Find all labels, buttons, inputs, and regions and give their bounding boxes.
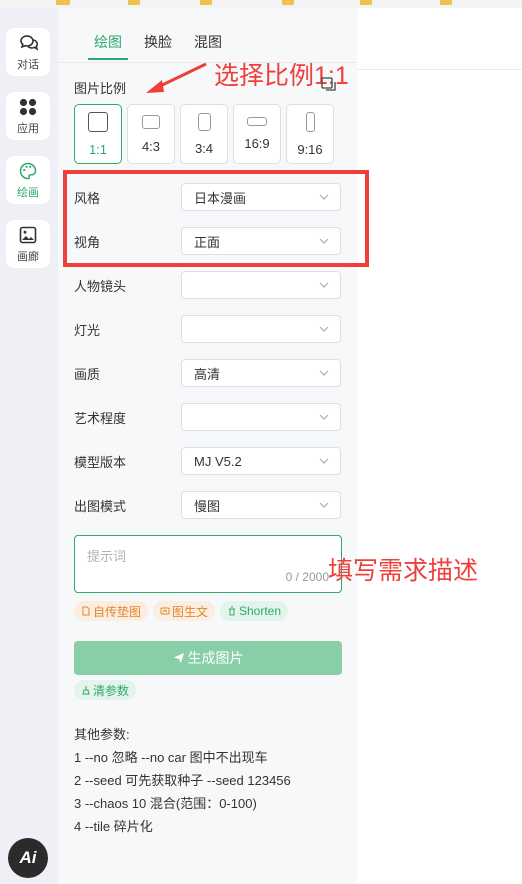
ratio-option-4-3[interactable]: 4:3 (127, 104, 175, 164)
quality-row: 画质 高清 (74, 358, 342, 388)
lighting-row: 灯光 (74, 314, 342, 344)
other-params-title: 其他参数: (74, 727, 130, 742)
chat-icon (18, 33, 38, 53)
lighting-label: 灯光 (74, 322, 101, 338)
quality-label: 画质 (74, 366, 101, 382)
ai-logo[interactable]: Ai (8, 838, 48, 878)
generate-image-button[interactable]: 生成图片 (74, 641, 342, 675)
upload-reference-image-chip[interactable]: 自传垫图 (74, 601, 149, 621)
ratio-options: 1:1 4:3 3:4 16:9 9:16 (74, 104, 334, 164)
apps-grid-icon (18, 97, 38, 117)
select-value: MJ V5.2 (194, 453, 242, 469)
other-param-line: 2 --seed 可先获取种子 --seed 123456 (74, 773, 291, 788)
quality-select[interactable]: 高清 (181, 359, 341, 387)
rail-item-label: 画廊 (17, 250, 39, 263)
chevron-down-icon (319, 414, 329, 420)
rail-item-chat[interactable]: 对话 (6, 28, 50, 76)
tab-blend[interactable]: 混图 (194, 32, 222, 52)
ratio-option-9-16[interactable]: 9:16 (286, 104, 334, 164)
left-nav-rail: 对话 应用 绘画 画廊 Ai (0, 8, 58, 884)
select-value: 高清 (194, 366, 221, 382)
prompt-char-counter: 0 / 2000 (285, 570, 329, 584)
canvas-area (357, 8, 522, 884)
rail-item-label: 应用 (17, 122, 39, 135)
square-ratio-icon (88, 111, 108, 132)
rail-item-gallery[interactable]: 画廊 (6, 220, 50, 268)
annotation-highlight-box (63, 170, 369, 267)
chevron-down-icon (319, 326, 329, 332)
chip-label: Shorten (239, 604, 282, 618)
model-version-select[interactable]: MJ V5.2 (181, 447, 341, 475)
prompt-box: 0 / 2000 (74, 535, 342, 593)
bookmark-bar (0, 0, 522, 8)
other-param-line: 3 --chaos 10 混合(范围：0-100) (74, 796, 257, 811)
annotation-arrow (146, 62, 207, 93)
chevron-down-icon (319, 370, 329, 376)
ratio-option-label: 16:9 (244, 136, 270, 151)
image-text-icon (160, 607, 170, 615)
other-param-line: 1 --no 忽略 --no car 图中不出现车 (74, 750, 268, 765)
gallery-image-icon (18, 225, 38, 245)
ratio-label: 图片比例 (74, 81, 127, 96)
document-icon (82, 606, 90, 616)
chevron-down-icon (319, 458, 329, 464)
chevron-down-icon (319, 502, 329, 508)
ratio-option-3-4[interactable]: 3:4 (180, 104, 228, 164)
shorten-chip[interactable]: Shorten (220, 601, 289, 621)
tab-bar: 绘图 换脸 混图 (94, 32, 244, 52)
send-plane-icon (173, 653, 184, 663)
wide-ratio-icon (247, 117, 267, 126)
rail-item-apps[interactable]: 应用 (6, 92, 50, 140)
character-shot-label: 人物镜头 (74, 278, 127, 294)
annotation-prompt-note: 填写需求描述 (328, 557, 479, 585)
output-mode-row: 出图模式 慢图 (74, 490, 342, 520)
chip-label: 自传垫图 (93, 604, 142, 619)
model-version-row: 模型版本 MJ V5.2 (74, 446, 342, 476)
model-version-label: 模型版本 (74, 454, 127, 470)
ratio-option-label: 1:1 (88, 141, 108, 157)
rail-item-label: 绘画 (17, 186, 39, 199)
broom-icon (82, 686, 90, 695)
ratio-option-label: 3:4 (194, 140, 214, 156)
chip-label: 图生文 (172, 604, 209, 619)
trash-icon (229, 606, 235, 616)
tab-faceswap[interactable]: 换脸 (144, 32, 172, 52)
rail-item-drawing[interactable]: 绘画 (6, 156, 50, 204)
ratio-option-label: 9:16 (297, 141, 323, 157)
other-param-line: 4 --tile 碎片化 (74, 819, 153, 834)
chip-label: 清参数 (93, 683, 130, 698)
clear-params-chip[interactable]: 清参数 (74, 680, 137, 700)
select-value: 慢图 (194, 498, 221, 514)
art-level-label: 艺术程度 (74, 410, 127, 426)
palette-icon (18, 161, 38, 181)
character-shot-row: 人物镜头 (74, 270, 342, 300)
output-mode-select[interactable]: 慢图 (181, 491, 341, 519)
generate-image-label: 生成图片 (187, 650, 244, 666)
tab-draw[interactable]: 绘图 (94, 32, 122, 52)
ratio-option-1-1[interactable]: 1:1 (74, 104, 122, 164)
drawing-panel: 绘图 换脸 混图 图片比例 1:1 4:3 3:4 16:9 9:16 风格 日… (58, 8, 357, 884)
art-level-select[interactable] (181, 403, 341, 431)
lighting-select[interactable] (181, 315, 341, 343)
header-divider (357, 69, 522, 70)
portrait-ratio-icon (197, 112, 211, 131)
stack-copy-icon[interactable] (320, 76, 338, 94)
tall-ratio-icon (305, 111, 315, 132)
active-tab-indicator (88, 58, 128, 60)
character-shot-select[interactable] (181, 271, 341, 299)
rail-item-label: 对话 (17, 58, 39, 71)
output-mode-label: 出图模式 (74, 498, 127, 514)
ratio-option-label: 4:3 (141, 138, 161, 154)
image-to-text-chip[interactable]: 图生文 (153, 601, 216, 621)
landscape-ratio-icon (142, 114, 160, 129)
art-level-row: 艺术程度 (74, 402, 342, 432)
chevron-down-icon (319, 282, 329, 288)
ratio-option-16-9[interactable]: 16:9 (233, 104, 281, 164)
